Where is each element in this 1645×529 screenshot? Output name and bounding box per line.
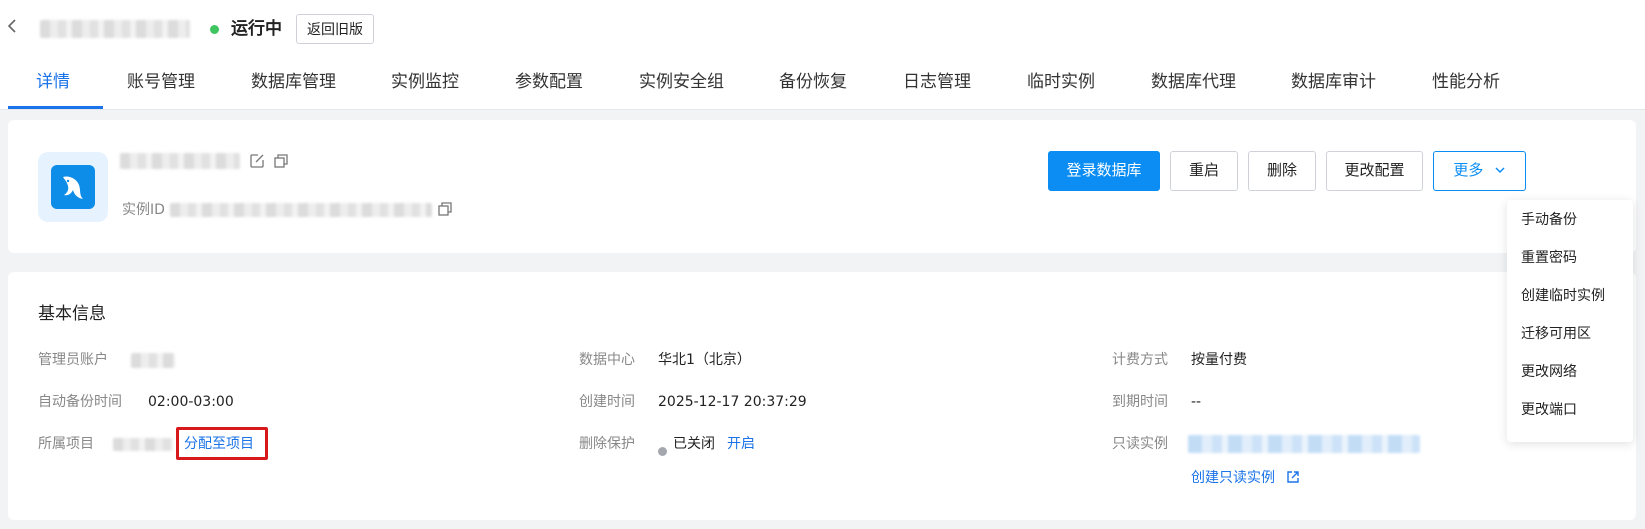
chevron-down-icon bbox=[1495, 167, 1505, 174]
menu-item-create-temp-instance[interactable]: 创建临时实例 bbox=[1521, 286, 1605, 306]
copy-icon[interactable] bbox=[272, 153, 290, 171]
restart-button[interactable]: 重启 bbox=[1170, 151, 1238, 191]
menu-item-manual-backup[interactable]: 手动备份 bbox=[1521, 210, 1577, 230]
tab-databases[interactable]: 数据库管理 bbox=[251, 70, 336, 94]
tab-temp-instance[interactable]: 临时实例 bbox=[1027, 70, 1095, 94]
back-arrow-icon[interactable] bbox=[6, 16, 24, 38]
datacenter-label: 数据中心 bbox=[579, 352, 635, 368]
external-link-icon bbox=[1287, 471, 1300, 483]
assign-project-link[interactable]: 分配至项目 bbox=[184, 434, 254, 454]
return-old-version-button[interactable]: 返回旧版 bbox=[296, 14, 374, 44]
more-label: 更多 bbox=[1453, 162, 1484, 179]
auto-backup-label: 自动备份时间 bbox=[38, 394, 122, 410]
tab-details[interactable]: 详情 bbox=[36, 70, 70, 94]
admin-account-redacted bbox=[131, 353, 175, 368]
delete-protect-value: 已关闭 bbox=[673, 436, 715, 452]
create-readonly-link[interactable]: 创建只读实例 bbox=[1191, 468, 1301, 488]
status-running-dot bbox=[210, 25, 219, 34]
tab-logs[interactable]: 日志管理 bbox=[903, 70, 971, 94]
expire-value: -- bbox=[1191, 394, 1202, 410]
tab-backup-restore[interactable]: 备份恢复 bbox=[779, 70, 847, 94]
page-header: 运行中 返回旧版 详情 账号管理 数据库管理 实例监控 参数配置 实例安全组 备… bbox=[0, 0, 1645, 110]
project-label: 所属项目 bbox=[38, 436, 94, 452]
billing-label: 计费方式 bbox=[1112, 352, 1168, 368]
more-button[interactable]: 更多 bbox=[1433, 151, 1526, 191]
enable-protect-link[interactable]: 开启 bbox=[727, 434, 755, 454]
instance-id-label: 实例ID bbox=[122, 202, 165, 218]
edit-icon[interactable] bbox=[248, 153, 266, 171]
project-redacted bbox=[113, 438, 173, 451]
copy-id-icon[interactable] bbox=[436, 201, 454, 219]
auto-backup-value: 02:00-03:00 bbox=[148, 394, 234, 410]
instance-name-redacted bbox=[120, 153, 240, 169]
create-readonly-label: 创建只读实例 bbox=[1191, 470, 1275, 486]
expire-label: 到期时间 bbox=[1112, 394, 1168, 410]
change-config-button[interactable]: 更改配置 bbox=[1326, 151, 1423, 191]
more-dropdown-menu: 手动备份 重置密码 创建临时实例 迁移可用区 更改网络 更改端口 bbox=[1507, 200, 1633, 442]
menu-item-reset-password[interactable]: 重置密码 bbox=[1521, 248, 1577, 268]
tab-monitoring[interactable]: 实例监控 bbox=[391, 70, 459, 94]
instance-summary-card: 实例ID 登录数据库 重启 删除 更改配置 更多 bbox=[8, 120, 1636, 253]
create-time-value: 2025-12-17 20:37:29 bbox=[658, 394, 807, 410]
delete-button[interactable]: 删除 bbox=[1248, 151, 1316, 191]
tab-db-proxy[interactable]: 数据库代理 bbox=[1151, 70, 1236, 94]
tab-bar: 详情 账号管理 数据库管理 实例监控 参数配置 实例安全组 备份恢复 日志管理 … bbox=[0, 60, 1645, 110]
tab-db-audit[interactable]: 数据库审计 bbox=[1291, 70, 1376, 94]
admin-account-label: 管理员账户 bbox=[38, 352, 108, 368]
basic-info-title: 基本信息 bbox=[38, 304, 106, 324]
readonly-label: 只读实例 bbox=[1112, 436, 1168, 452]
tab-security-group[interactable]: 实例安全组 bbox=[639, 70, 724, 94]
create-time-label: 创建时间 bbox=[579, 394, 635, 410]
datacenter-value: 华北1（北京） bbox=[658, 352, 751, 368]
tab-parameters[interactable]: 参数配置 bbox=[515, 70, 583, 94]
menu-item-migrate-zone[interactable]: 迁移可用区 bbox=[1521, 324, 1591, 344]
tab-performance[interactable]: 性能分析 bbox=[1432, 70, 1500, 94]
status-text: 运行中 bbox=[231, 19, 282, 39]
readonly-instances-redacted[interactable] bbox=[1188, 435, 1420, 453]
menu-item-change-port[interactable]: 更改端口 bbox=[1521, 400, 1577, 420]
billing-value: 按量付费 bbox=[1191, 352, 1247, 368]
dolphin-icon bbox=[63, 176, 83, 199]
active-tab-indicator bbox=[8, 106, 103, 109]
basic-info-card: 基本信息 管理员账户 自动备份时间 02:00-03:00 所属项目 分配至项目… bbox=[8, 272, 1636, 520]
protect-off-dot bbox=[658, 447, 667, 456]
instance-id-redacted bbox=[170, 203, 432, 217]
mysql-logo bbox=[38, 152, 108, 222]
tab-accounts[interactable]: 账号管理 bbox=[127, 70, 195, 94]
delete-protect-label: 删除保护 bbox=[579, 436, 635, 452]
login-database-button[interactable]: 登录数据库 bbox=[1048, 151, 1160, 191]
instance-name-redacted bbox=[40, 20, 190, 38]
menu-item-change-network[interactable]: 更改网络 bbox=[1521, 362, 1577, 382]
